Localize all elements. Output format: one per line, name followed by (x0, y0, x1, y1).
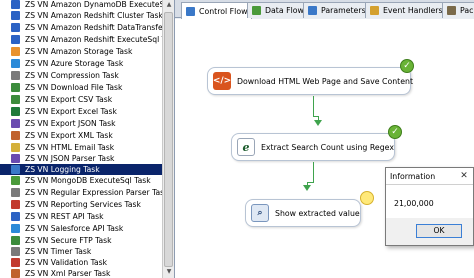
precedence-connector[interactable] (313, 162, 314, 182)
arrowhead-icon (314, 120, 322, 126)
arrowhead-icon (303, 185, 311, 191)
task-icon (11, 119, 20, 128)
code-icon: </> (213, 72, 231, 90)
dialog-body: 21,00,000 (386, 185, 473, 218)
task-icon (11, 143, 20, 152)
toolbox-item[interactable]: ZS VN Amazon Redshift Cluster Task (0, 10, 162, 21)
toolbox-item[interactable]: ZS VN Compression Task (0, 70, 162, 81)
task-icon (11, 212, 20, 221)
toolbox-item[interactable]: ZS VN Download File Task (0, 82, 162, 93)
success-check-icon: ✓ (388, 125, 402, 139)
toolbox-item[interactable]: ZS VN Amazon Storage Task (0, 46, 162, 57)
task-icon (11, 269, 20, 278)
ssis-toolbox: ZS VN Amazon DynamoDB ExecuteSq ZS VN Am… (0, 0, 162, 278)
running-status-icon (360, 191, 374, 205)
close-icon[interactable]: ✕ (458, 170, 470, 182)
precedence-connector[interactable] (313, 96, 314, 116)
toolbox-item[interactable]: ZS VN Export Excel Task (0, 106, 162, 117)
toolbox-item[interactable]: ZS VN JSON Parser Task (0, 153, 162, 164)
designer-tabs: Control Flow Data Flow Parameters Event … (175, 0, 474, 19)
task-icon (11, 83, 20, 92)
regex-icon: e (237, 138, 255, 156)
toolbox-item[interactable]: ZS VN Amazon Redshift DataTransfer (0, 22, 162, 33)
toolbox-item[interactable]: ZS VN Secure FTP Task (0, 235, 162, 246)
task-icon (11, 59, 20, 68)
task-icon (11, 23, 20, 32)
task-icon (11, 11, 20, 20)
task-icon (11, 224, 20, 233)
toolbox-item[interactable]: ZS VN Export XML Task (0, 130, 162, 141)
tab-package-explorer[interactable]: Packa (442, 2, 474, 18)
task-show-value[interactable]: ⌕ Show extracted value (245, 199, 361, 227)
toolbox-item[interactable]: ZS VN Export CSV Task (0, 94, 162, 105)
toolbox-item[interactable]: ZS VN Timer Task (0, 246, 162, 257)
task-icon (11, 107, 20, 116)
toolbox-item[interactable]: ZS VN Amazon Redshift ExecuteSql T (0, 34, 162, 45)
task-icon (11, 176, 20, 185)
dialog-message: 21,00,000 (394, 199, 434, 208)
tab-control-flow[interactable]: Control Flow (181, 2, 253, 19)
toolbox-item[interactable]: ZS VN Azure Storage Task (0, 58, 162, 69)
task-icon (11, 0, 20, 9)
control-flow-icon (186, 6, 195, 16)
toolbox-item-selected[interactable]: ZS VN Logging Task (0, 164, 162, 175)
dialog-titlebar: Information ✕ (386, 168, 473, 185)
toolbox-item[interactable]: ZS VN HTML Email Task (0, 142, 162, 153)
tab-parameters[interactable]: Parameters (303, 2, 371, 18)
scroll-down-arrow-icon[interactable]: ▼ (165, 268, 173, 276)
toolbox-item[interactable]: ZS VN Xml Parser Task (0, 268, 162, 278)
task-icon (11, 71, 20, 80)
toolbox-item[interactable]: ZS VN Validation Task (0, 257, 162, 268)
task-icon (11, 258, 20, 267)
success-check-icon: ✓ (400, 59, 414, 73)
task-icon (11, 131, 20, 140)
task-icon (11, 188, 20, 197)
parameters-icon (308, 6, 317, 15)
tab-data-flow[interactable]: Data Flow (247, 2, 309, 18)
precedence-connector[interactable] (307, 182, 314, 183)
information-dialog: Information ✕ 21,00,000 OK (385, 167, 474, 246)
task-icon (11, 47, 20, 56)
scrollbar-thumb[interactable] (164, 12, 173, 267)
toolbox-item[interactable]: ZS VN Amazon DynamoDB ExecuteSq (0, 0, 162, 10)
tab-event-handlers[interactable]: Event Handlers (365, 2, 448, 18)
task-extract-regex[interactable]: e Extract Search Count using Regex (231, 133, 395, 161)
task-icon (11, 35, 20, 44)
toolbox-item[interactable]: ZS VN Salesforce API Task (0, 223, 162, 234)
task-icon (11, 247, 20, 256)
magnifier-icon: ⌕ (251, 204, 269, 222)
task-icon (11, 200, 20, 209)
toolbox-item[interactable]: ZS VN Reporting Services Task (0, 199, 162, 210)
event-handlers-icon (370, 6, 379, 15)
task-icon (11, 165, 20, 174)
package-explorer-icon (447, 6, 456, 15)
toolbox-item[interactable]: ZS VN REST API Task (0, 211, 162, 222)
toolbox-item[interactable]: ZS VN MongoDB ExecuteSql Task (0, 175, 162, 186)
task-icon (11, 95, 20, 104)
task-icon (11, 154, 20, 163)
task-download-html[interactable]: </> Download HTML Web Page and Save Cont… (207, 67, 413, 95)
ok-button[interactable]: OK (416, 224, 462, 238)
dialog-title: Information (390, 171, 436, 181)
scroll-up-arrow-icon[interactable]: ▲ (165, 1, 173, 9)
toolbox-item[interactable]: ZS VN Export JSON Task (0, 118, 162, 129)
data-flow-icon (252, 6, 261, 15)
toolbox-item[interactable]: ZS VN Regular Expression Parser Task (0, 187, 162, 198)
toolbox-scrollbar[interactable]: ▲ ▼ (162, 0, 174, 278)
task-icon (11, 236, 20, 245)
